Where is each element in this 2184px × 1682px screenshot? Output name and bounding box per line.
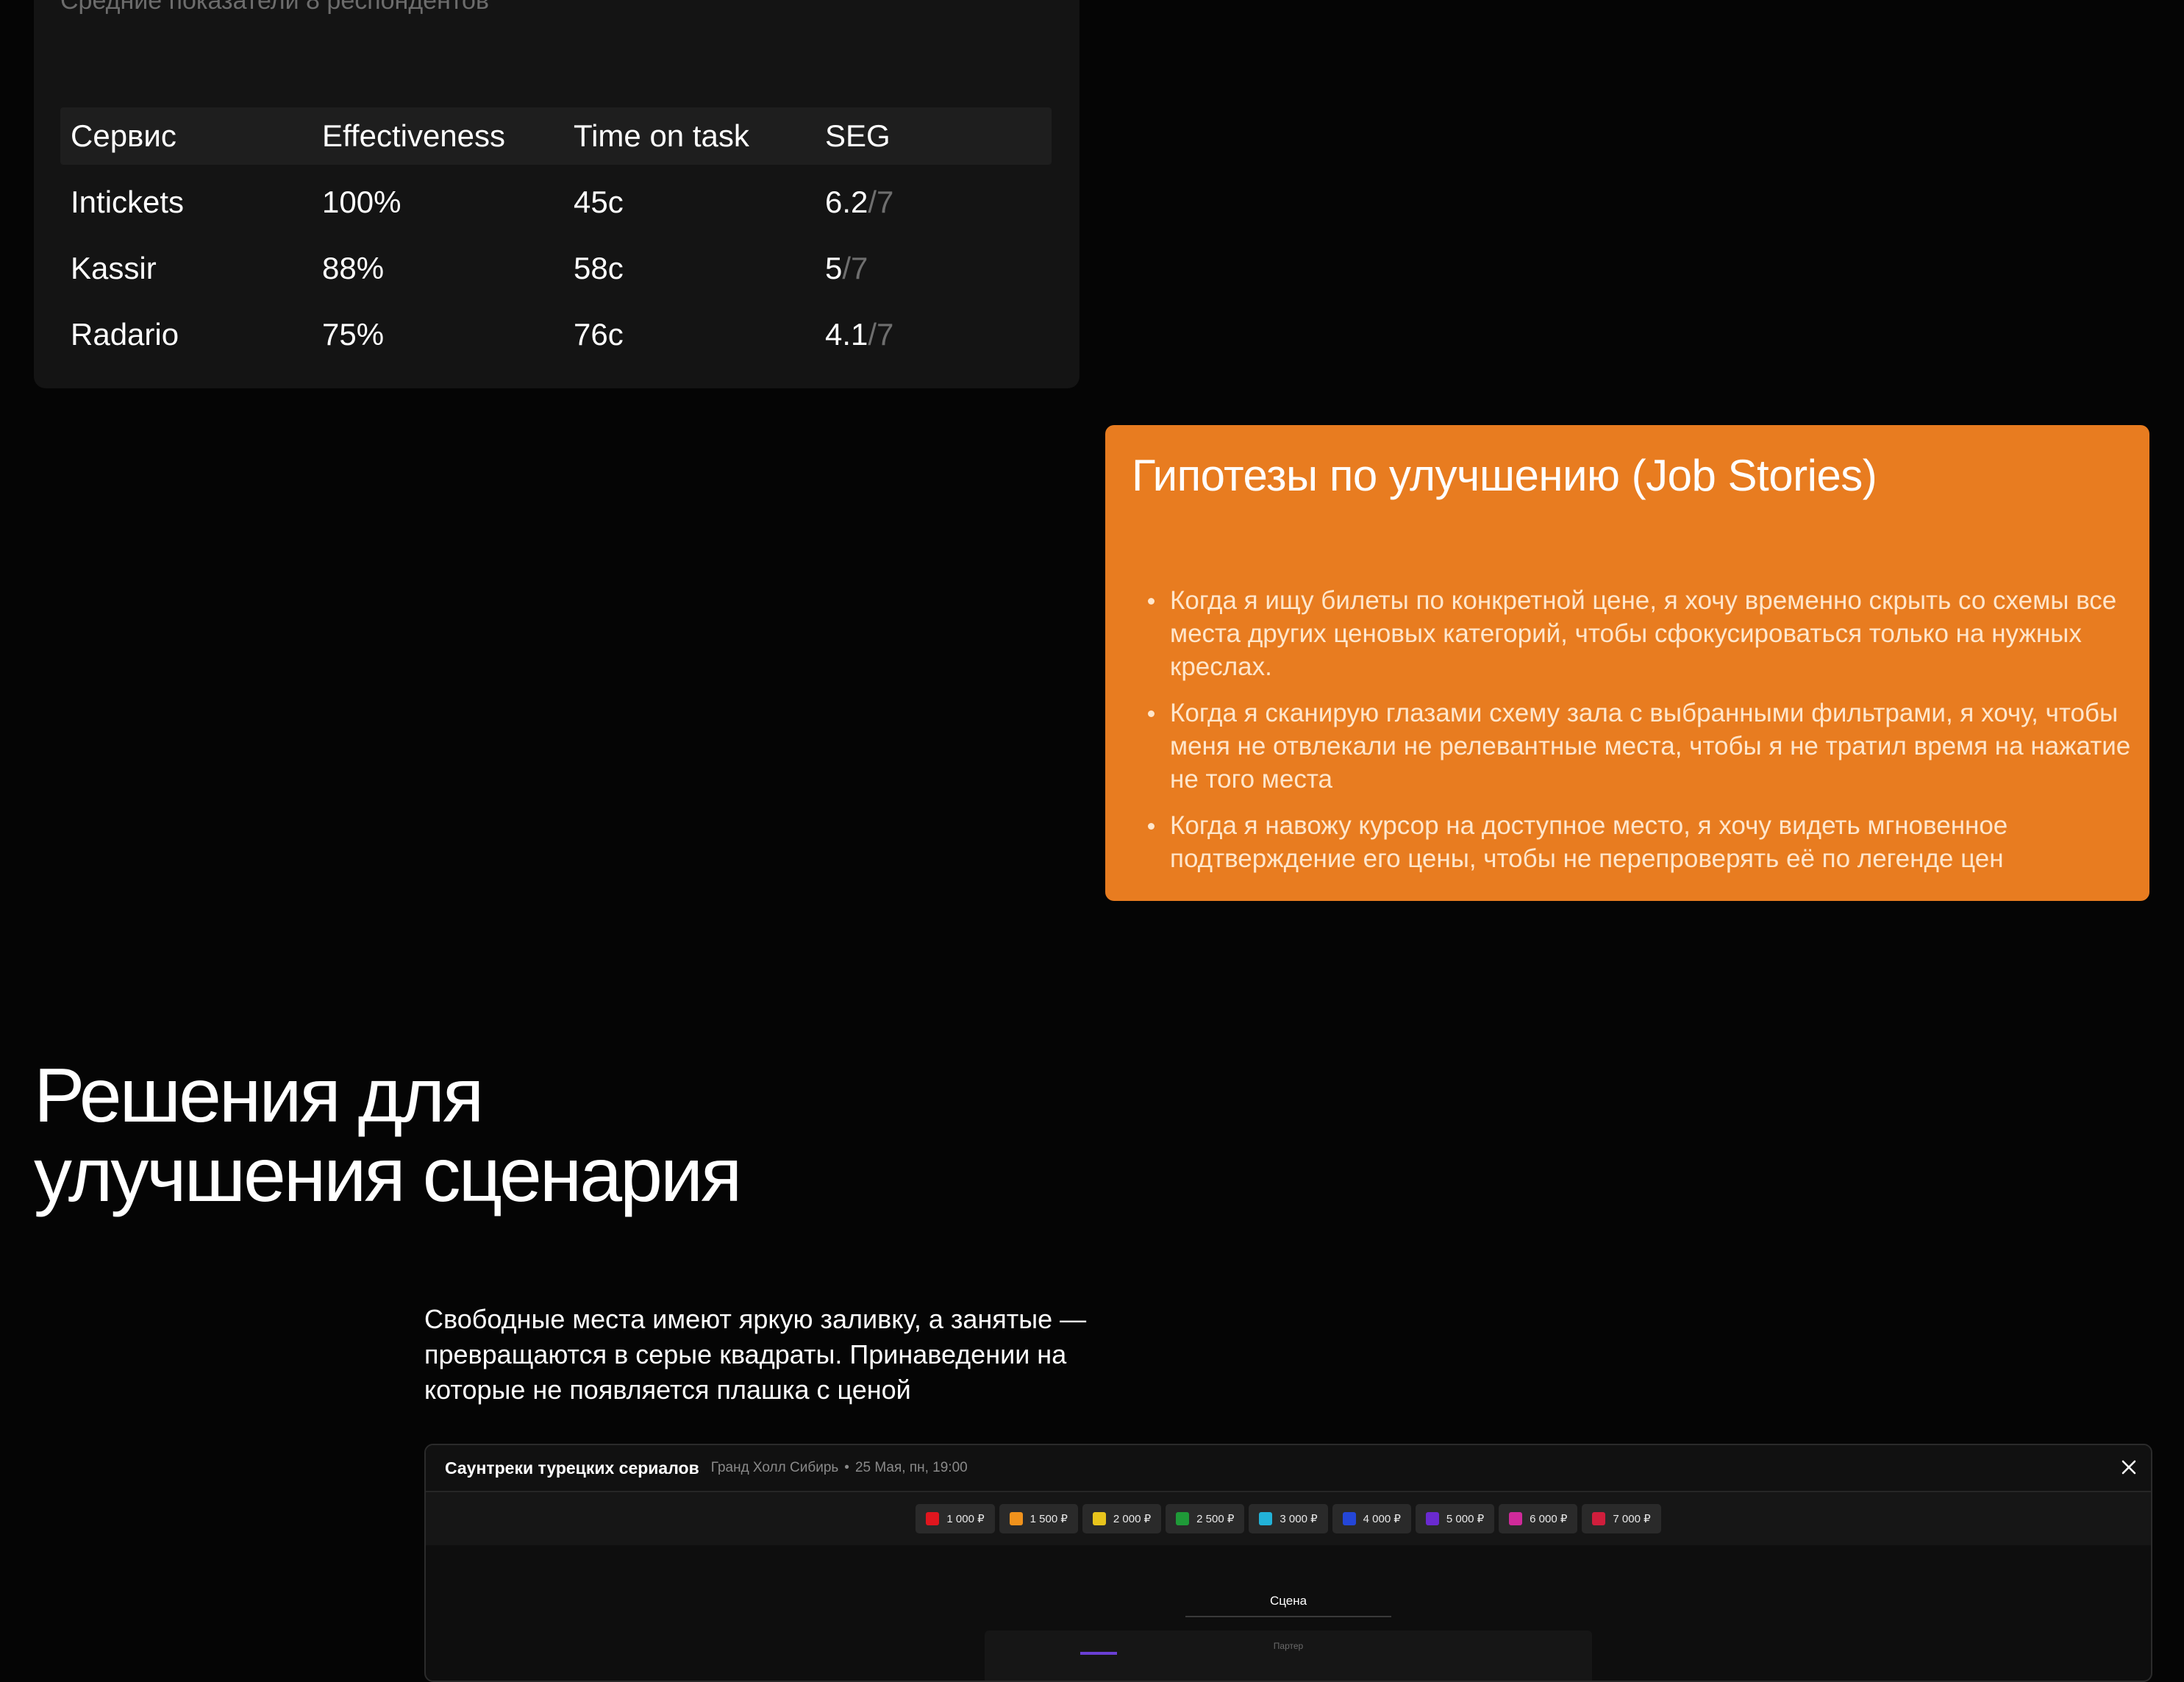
table-row: Radario 75% 76с 4.1/7 xyxy=(60,302,1052,368)
cell-effectiveness: 100% xyxy=(322,185,402,219)
price-filter-2000[interactable]: 2 000 ₽ xyxy=(1082,1504,1162,1533)
price-filter-6000[interactable]: 6 000 ₽ xyxy=(1499,1504,1578,1533)
column-header-service: Сервис xyxy=(71,118,176,153)
price-swatch xyxy=(1342,1512,1356,1525)
separator-dot: • xyxy=(844,1460,849,1475)
cell-seg: 6.2/7 xyxy=(815,185,1052,220)
price-label: 7 000 ₽ xyxy=(1613,1513,1651,1525)
price-label: 1 000 ₽ xyxy=(946,1513,985,1525)
seg-max: /7 xyxy=(842,251,868,285)
cell-effectiveness: 75% xyxy=(322,317,385,352)
price-filter-2500[interactable]: 2 500 ₽ xyxy=(1166,1504,1245,1533)
event-date: 25 Мая, пн, 19:00 xyxy=(854,1460,968,1475)
cell-time: 45с xyxy=(574,185,624,219)
cell-time: 58с xyxy=(574,251,624,285)
price-label: 4 000 ₽ xyxy=(1363,1513,1401,1525)
price-filter-4000[interactable]: 4 000 ₽ xyxy=(1332,1504,1411,1533)
cell-service: Intickets xyxy=(71,185,185,219)
price-filter-1500[interactable]: 1 500 ₽ xyxy=(999,1504,1078,1533)
price-swatch xyxy=(1509,1512,1523,1525)
price-label: 6 000 ₽ xyxy=(1530,1513,1568,1525)
price-label: 3 000 ₽ xyxy=(1280,1513,1318,1525)
table-row: Intickets 100% 45с 6.2/7 xyxy=(60,169,1052,235)
metrics-table: Сервис Effectiveness Time on task SEG In… xyxy=(60,107,1052,368)
section-title-line2: улучшения сценария xyxy=(34,1133,742,1218)
price-filter-3000[interactable]: 3 000 ₽ xyxy=(1249,1504,1328,1533)
price-filter-7000[interactable]: 7 000 ₽ xyxy=(1582,1504,1661,1533)
price-swatch xyxy=(1259,1512,1273,1525)
cell-time: 76с xyxy=(574,317,624,352)
hypothesis-item: Когда я навожу курсор на доступное место… xyxy=(1148,809,2155,875)
seg-max: /7 xyxy=(868,317,894,352)
cell-service: Radario xyxy=(71,317,179,352)
price-filter-1000[interactable]: 1 000 ₽ xyxy=(916,1504,995,1533)
price-swatch xyxy=(926,1512,940,1525)
column-header-seg: SEG xyxy=(825,118,891,153)
cell-seg: 5/7 xyxy=(815,251,1052,286)
hypotheses-list: Когда я ищу билеты по конкретной цене, я… xyxy=(1132,584,2155,888)
price-label: 2 500 ₽ xyxy=(1196,1513,1235,1525)
seg-value: 6.2 xyxy=(825,185,868,219)
seg-value: 5 xyxy=(825,251,843,285)
table-row: Kassir 88% 58с 5/7 xyxy=(60,235,1052,302)
price-label: 2 000 ₽ xyxy=(1113,1513,1152,1525)
stage-label: Сцена xyxy=(1269,1594,1307,1608)
stage-divider xyxy=(1185,1616,1391,1617)
column-header-time: Time on task xyxy=(574,118,749,153)
section-title: Решения для улучшения сценария xyxy=(34,1056,916,1215)
hypothesis-item: Когда я ищу билеты по конкретной цене, я… xyxy=(1148,584,2155,683)
price-filter-bar: 1 000 ₽ 1 500 ₽ 2 000 ₽ 2 500 ₽ 3 000 ₽ … xyxy=(426,1492,2151,1545)
column-header-effectiveness: Effectiveness xyxy=(322,118,506,153)
zone-label: Партер xyxy=(1273,1641,1304,1651)
hypothesis-item: Когда я сканирую глазами схему зала с вы… xyxy=(1148,696,2155,796)
seg-value: 4.1 xyxy=(825,317,868,352)
cell-seg: 4.1/7 xyxy=(815,317,1052,352)
widget-header: Саунтреки турецких сериалов Гранд Холл С… xyxy=(426,1445,2151,1492)
event-venue: Гранд Холл Сибирь xyxy=(710,1460,839,1475)
hypotheses-card: Гипотезы по улучшению (Job Stories) Когд… xyxy=(1105,425,2149,901)
cell-service: Kassir xyxy=(71,251,157,285)
hypotheses-title: Гипотезы по улучшению (Job Stories) xyxy=(1132,451,1877,500)
price-swatch xyxy=(1425,1512,1439,1525)
zone-parter: Партер xyxy=(985,1631,1592,1681)
price-filter-5000[interactable]: 5 000 ₽ xyxy=(1415,1504,1495,1533)
price-swatch xyxy=(1092,1512,1106,1525)
section-description: Свободные места имеют яркую заливку, а з… xyxy=(424,1304,1087,1405)
event-title: Саунтреки турецких сериалов xyxy=(445,1458,699,1478)
cell-effectiveness: 88% xyxy=(322,251,385,285)
price-label: 1 500 ₽ xyxy=(1029,1513,1068,1525)
price-swatch xyxy=(1592,1512,1606,1525)
seat-booking-widget: Саунтреки турецких сериалов Гранд Холл С… xyxy=(424,1444,2152,1682)
seg-max: /7 xyxy=(868,185,894,219)
section-title-line1: Решения для xyxy=(34,1053,484,1138)
metrics-card: Средние показатели 8 респондентов Сервис… xyxy=(34,0,1079,388)
price-swatch xyxy=(1176,1512,1190,1525)
table-header-row: Сервис Effectiveness Time on task SEG xyxy=(60,107,1052,165)
price-swatch xyxy=(1009,1512,1023,1525)
price-label: 5 000 ₽ xyxy=(1446,1513,1485,1525)
seat-map: Сцена Партер xyxy=(426,1545,2151,1681)
seat-row-hint[interactable] xyxy=(1080,1652,1117,1655)
metrics-caption: Средние показатели 8 респондентов xyxy=(60,0,490,15)
close-icon[interactable] xyxy=(2117,1455,2141,1479)
